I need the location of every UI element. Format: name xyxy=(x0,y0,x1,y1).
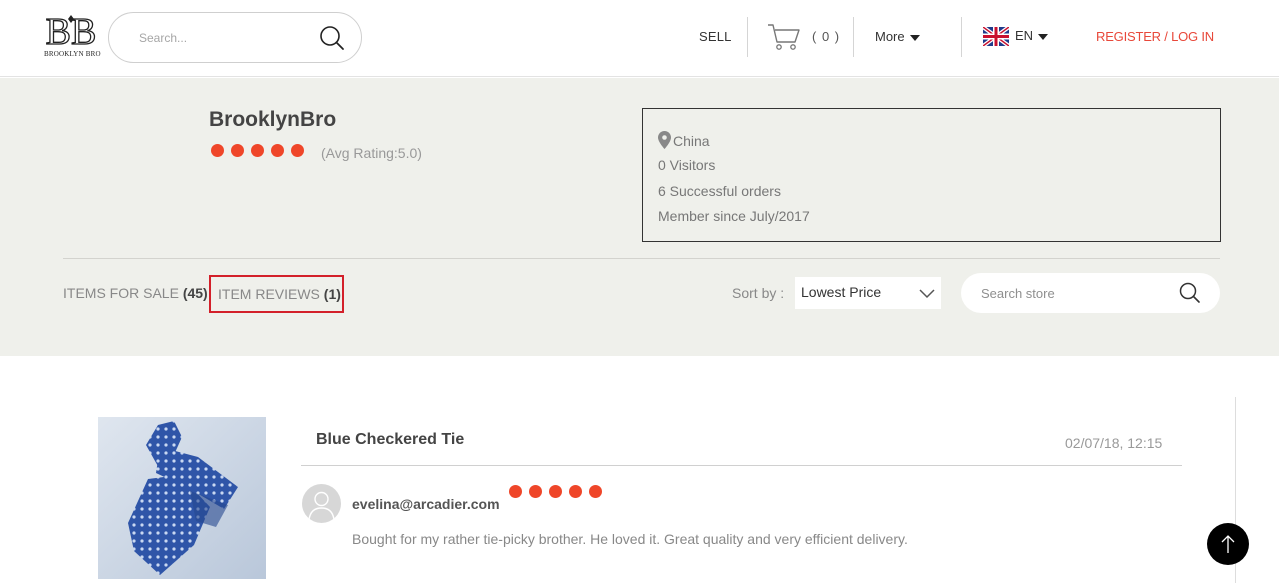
store-info-box: China 0 Visitors 6 Successful orders Mem… xyxy=(642,108,1221,242)
more-label: More xyxy=(875,29,905,44)
sort-selected-value: Lowest Price xyxy=(801,284,882,300)
tab-item-reviews[interactable]: ITEM REVIEWS (1) xyxy=(209,275,344,313)
location-text: China xyxy=(673,133,710,149)
store-location: China xyxy=(658,131,710,152)
cart-icon[interactable] xyxy=(767,22,801,57)
lang-label: EN xyxy=(1015,27,1034,43)
rating-dot xyxy=(271,144,284,157)
chevron-down-icon xyxy=(919,286,935,302)
rating-dot xyxy=(509,485,522,498)
reviewer-email: evelina@arcadier.com xyxy=(352,496,500,512)
review-date: 02/07/18, 12:15 xyxy=(1065,435,1163,451)
nav-divider xyxy=(961,17,962,57)
tab-items-count: (45) xyxy=(182,285,208,301)
rating-dot xyxy=(549,485,562,498)
rating-dot xyxy=(291,144,304,157)
rating-dot xyxy=(589,485,602,498)
rating-dot xyxy=(529,485,542,498)
cart-count[interactable]: ( 0 ) xyxy=(812,29,840,44)
nav-divider xyxy=(853,17,854,57)
tab-reviews-label: ITEM REVIEWS xyxy=(218,286,320,302)
divider xyxy=(63,258,1220,259)
arrow-up-icon xyxy=(1221,535,1235,553)
store-profile-band: BrooklynBro (Avg Rating:5.0) China 0 Vis… xyxy=(0,78,1279,356)
search-input[interactable] xyxy=(139,27,309,49)
review-product-title[interactable]: Blue Checkered Tie xyxy=(316,431,464,449)
tab-reviews-count: (1) xyxy=(323,286,341,302)
store-name: BrooklynBro xyxy=(209,108,337,131)
location-pin-icon xyxy=(658,131,671,152)
product-image[interactable] xyxy=(98,417,266,579)
rating-dot xyxy=(231,144,244,157)
logo-mark-icon: BB xyxy=(45,11,97,49)
nav-divider xyxy=(747,17,748,57)
language-selector[interactable]: EN xyxy=(981,25,1049,48)
rating-dot xyxy=(569,485,582,498)
top-header: BB BROOKLYN BRO SELL ( 0 ) More EN REGIS… xyxy=(0,0,1279,77)
caret-down-icon xyxy=(909,34,920,41)
search-icon[interactable] xyxy=(319,25,345,56)
caret-down-icon xyxy=(1038,33,1049,40)
sort-select[interactable]: Lowest Price xyxy=(795,277,941,309)
site-search[interactable] xyxy=(108,12,362,63)
search-icon[interactable] xyxy=(1179,282,1201,309)
uk-flag-icon xyxy=(981,25,1011,48)
store-orders: 6 Successful orders xyxy=(658,183,781,199)
logo-text: BROOKLYN BRO xyxy=(44,50,101,58)
store-search[interactable] xyxy=(961,273,1220,313)
sort-label: Sort by : xyxy=(732,285,785,301)
sell-link[interactable]: SELL xyxy=(699,29,732,44)
store-search-input[interactable] xyxy=(981,283,1161,303)
rating-dot xyxy=(211,144,224,157)
register-login-link[interactable]: REGISTER / LOG IN xyxy=(1096,29,1214,44)
store-visitors: 0 Visitors xyxy=(658,157,716,173)
store-rating-stars xyxy=(211,144,304,157)
rating-dot xyxy=(251,144,264,157)
divider xyxy=(301,465,1182,466)
tab-items-label: ITEMS FOR SALE xyxy=(63,285,179,301)
back-to-top-button[interactable] xyxy=(1207,523,1249,565)
review-text: Bought for my rather tie-picky brother. … xyxy=(352,531,908,547)
avg-rating-text: (Avg Rating:5.0) xyxy=(321,145,422,161)
store-member-since: Member since July/2017 xyxy=(658,208,810,224)
more-menu[interactable]: More xyxy=(875,29,920,44)
tab-items-for-sale[interactable]: ITEMS FOR SALE (45) xyxy=(63,285,208,301)
brand-logo[interactable]: BB BROOKLYN BRO xyxy=(44,11,101,63)
review-rating-stars xyxy=(509,485,602,498)
user-avatar-icon xyxy=(302,484,341,523)
